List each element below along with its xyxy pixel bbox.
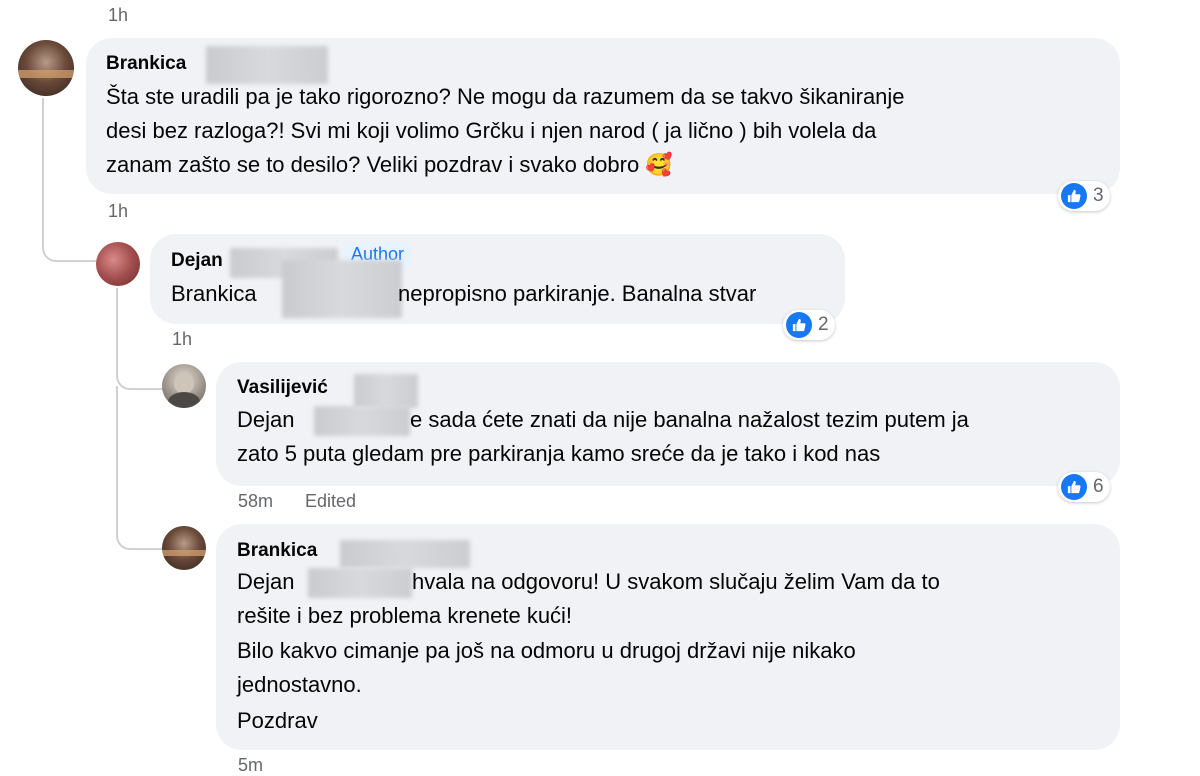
- reaction-count: 2: [818, 314, 829, 335]
- comment-text-suffix: hvala na odgovoru! U svakom slučaju želi…: [412, 569, 940, 594]
- comment-text-prefix: Brankica: [171, 281, 257, 306]
- comment-text-line: Bilo kakvo cimanje pa još na odmoru u dr…: [237, 638, 856, 663]
- reaction-summary[interactable]: 6: [1058, 472, 1110, 502]
- comment-time[interactable]: 5m: [238, 754, 263, 776]
- avatar[interactable]: [162, 364, 206, 408]
- reaction-summary[interactable]: 2: [783, 310, 835, 340]
- comment-text-line: Šta ste uradili pa je tako rigorozno? Ne…: [106, 84, 905, 109]
- comment-author[interactable]: Brankica: [106, 53, 186, 75]
- thumbs-up-icon: [1061, 474, 1087, 500]
- comment-bubble: Vasilijević Dejan e sada ćete znati da n…: [216, 362, 1120, 486]
- comment-text-line: Pozdrav: [237, 708, 318, 733]
- redacted-name: [354, 374, 418, 408]
- redacted-text: [282, 260, 402, 318]
- comment-author[interactable]: Vasilijević: [237, 377, 328, 399]
- comment-text-suffix: nepropisno parkiranje. Banalna stvar: [398, 281, 757, 306]
- redacted-text: [308, 568, 412, 598]
- avatar[interactable]: [18, 40, 74, 96]
- redacted-name: [206, 46, 328, 84]
- comment-text-line: jednostavno.: [237, 672, 362, 697]
- avatar[interactable]: [96, 242, 140, 286]
- comment-text-line: zato 5 puta gledam pre parkiranja kamo s…: [237, 441, 881, 466]
- comment-text-line: zanam zašto se to desilo? Veliki pozdrav…: [106, 152, 673, 177]
- comment-time[interactable]: 1h: [108, 200, 128, 222]
- thread-line: [116, 386, 164, 550]
- comment-time[interactable]: 58m: [238, 490, 273, 512]
- comment-text-prefix: Dejan: [237, 407, 295, 432]
- thumbs-up-icon: [786, 312, 812, 338]
- comment-time[interactable]: 1h: [172, 328, 192, 350]
- reaction-summary[interactable]: 3: [1058, 181, 1110, 211]
- comment-bubble: Dejan Author Brankica nepropisno parkira…: [150, 234, 845, 324]
- comment-bubble: Brankica Šta ste uradili pa je tako rigo…: [86, 38, 1120, 194]
- redacted-text: [314, 406, 410, 436]
- comment-text-prefix: Dejan: [237, 569, 295, 594]
- comment-text-suffix: e sada ćete znati da nije banalna nažalo…: [410, 407, 969, 432]
- avatar[interactable]: [162, 526, 206, 570]
- edited-label[interactable]: Edited: [305, 490, 356, 512]
- reaction-count: 6: [1093, 476, 1104, 497]
- comment-text-line: desi bez razloga?! Svi mi koji volimo Gr…: [106, 118, 877, 143]
- thumbs-up-icon: [1061, 183, 1087, 209]
- comment-author[interactable]: Brankica: [237, 540, 317, 562]
- previous-comment-time[interactable]: 1h: [108, 4, 128, 26]
- comment-author[interactable]: Dejan: [171, 250, 223, 272]
- reaction-count: 3: [1093, 185, 1104, 206]
- redacted-name: [340, 540, 470, 568]
- comment-bubble: Brankica Dejan hvala na odgovoru! U svak…: [216, 524, 1120, 750]
- comment-text-line: rešite i bez problema krenete kući!: [237, 603, 573, 628]
